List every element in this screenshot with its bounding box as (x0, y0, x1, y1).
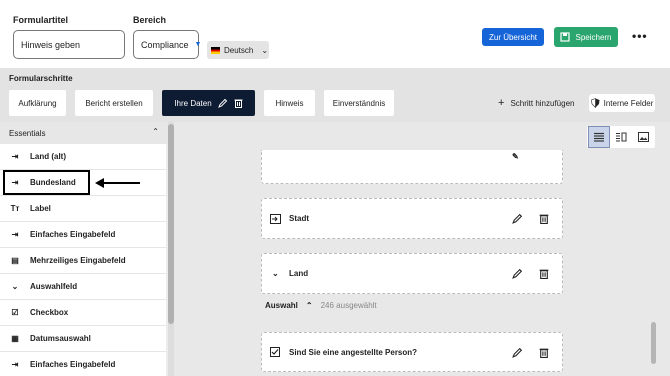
chevron-down-icon[interactable]: ⌄ (272, 269, 279, 278)
chevron-up-icon: ⌃ (152, 127, 159, 136)
selection-label: Auswahl (265, 301, 298, 310)
german-flag-icon (211, 46, 220, 54)
internal-fields-label: Interne Felder (603, 98, 654, 108)
field-name: Sind Sie eine angestellte Person? (289, 347, 418, 357)
chevron-down-icon: ⌄ (11, 282, 19, 291)
step-bericht-erstellen[interactable]: Bericht erstellen (75, 90, 153, 116)
formtitle-input[interactable]: Hinweis geben (13, 30, 125, 59)
language-value: Deutsch (224, 45, 254, 55)
step-ihre-daten[interactable]: Ihre Daten (162, 90, 255, 116)
overview-button[interactable]: Zur Übersicht (482, 28, 544, 46)
trash-icon[interactable] (539, 213, 549, 224)
area-value: Compliance (141, 39, 189, 50)
input-icon: ⇥ (11, 230, 19, 239)
add-step-button[interactable]: + Schritt hinzufügen (498, 97, 574, 109)
trash-icon[interactable] (234, 98, 243, 108)
plus-icon: + (498, 97, 505, 109)
highlight-box (3, 170, 90, 195)
language-select[interactable]: Deutsch ⌄ (207, 41, 269, 59)
palette-item[interactable]: Tт Label (0, 196, 166, 222)
palette-item-label: Datumsauswahl (30, 334, 91, 343)
more-options-icon[interactable]: ••• (632, 29, 648, 43)
area-label: Bereich (133, 15, 167, 25)
field-name: Land (289, 269, 309, 278)
list-view-icon[interactable] (588, 126, 610, 148)
arrow-annotation-icon (95, 178, 140, 188)
dropdown-caret-icon: ▼ (194, 41, 202, 48)
canvas-scrollbar-thumb[interactable] (651, 322, 656, 364)
trash-icon[interactable] (539, 268, 549, 279)
palette-item-label: Auswahlfeld (30, 282, 78, 291)
checkbox-icon: ☑ (11, 308, 19, 317)
formtitle-label: Formulartitel (13, 15, 69, 25)
area-select[interactable]: Compliance ▼ (133, 30, 202, 59)
internal-fields-button[interactable]: Interne Felder (589, 94, 655, 112)
selection-summary[interactable]: Auswahl ⌃ 246 ausgewählt (265, 301, 377, 310)
section-title: Essentials (9, 128, 46, 138)
palette-item[interactable]: ⇥ Einfaches Eingabefeld (0, 222, 166, 248)
palette-item[interactable]: ⇥ Einfaches Eingabefeld (0, 352, 166, 376)
input-icon (270, 213, 281, 224)
shield-icon (590, 98, 600, 108)
pencil-icon[interactable] (217, 98, 228, 108)
palette-item-label: Checkbox (30, 308, 69, 317)
chevron-down-icon: ⌄ (261, 45, 269, 55)
essentials-section-header[interactable]: Essentials ⌃ (0, 122, 168, 144)
save-label: Speichern (575, 32, 612, 42)
field-card-land[interactable]: ⌄ Land (261, 253, 563, 294)
selection-count: 246 ausgewählt (320, 301, 377, 310)
palette-item-label: Einfaches Eingabefeld (30, 230, 116, 239)
chevron-up-icon: ⌃ (305, 301, 313, 310)
step-einverstaendnis[interactable]: Einverständnis (324, 90, 394, 116)
palette-item[interactable]: ⇥ Land (alt) (0, 144, 166, 170)
palette-item-label: Einfaches Eingabefeld (30, 360, 116, 369)
palette-item-label: Land (alt) (30, 152, 66, 161)
checkbox-icon (270, 347, 280, 357)
pencil-icon[interactable] (512, 268, 523, 279)
input-icon: ⇥ (11, 360, 19, 369)
text-icon: Tт (10, 204, 20, 213)
palette-item[interactable]: ▦ Datumsauswahl (0, 326, 166, 352)
save-icon (560, 32, 571, 42)
add-step-label: Schritt hinzufügen (510, 98, 575, 108)
split-view-icon[interactable] (610, 126, 632, 148)
step-label: Ihre Daten (174, 98, 212, 108)
pencil-icon[interactable] (512, 347, 523, 358)
steps-title: Formularschritte (9, 74, 73, 83)
pencil-icon[interactable]: ✎ (512, 152, 519, 161)
palette-item[interactable]: ▤ Mehrzeiliges Eingabefeld (0, 248, 166, 274)
textarea-icon: ▤ (11, 256, 19, 265)
palette-item[interactable]: ⌄ Auswahlfeld (0, 274, 166, 300)
image-view-icon[interactable] (632, 126, 654, 148)
field-card-stadt[interactable]: Stadt (261, 198, 563, 239)
trash-icon[interactable] (539, 347, 549, 358)
save-button[interactable]: Speichern (554, 27, 618, 47)
field-card-angestellte[interactable]: Sind Sie eine angestellte Person? (261, 332, 563, 372)
calendar-icon: ▦ (11, 334, 19, 343)
palette-item[interactable]: ☑ Checkbox (0, 300, 166, 326)
palette-item-label: Mehrzeiliges Eingabefeld (30, 256, 126, 265)
step-aufklaerung[interactable]: Aufklärung (9, 90, 66, 116)
palette-item-label: Label (30, 204, 51, 213)
field-name: Stadt (289, 214, 309, 223)
field-card-partial[interactable]: ✎ (261, 150, 563, 184)
input-icon: ⇥ (11, 152, 19, 161)
step-hinweis[interactable]: Hinweis (264, 90, 315, 116)
pencil-icon[interactable] (512, 213, 523, 224)
